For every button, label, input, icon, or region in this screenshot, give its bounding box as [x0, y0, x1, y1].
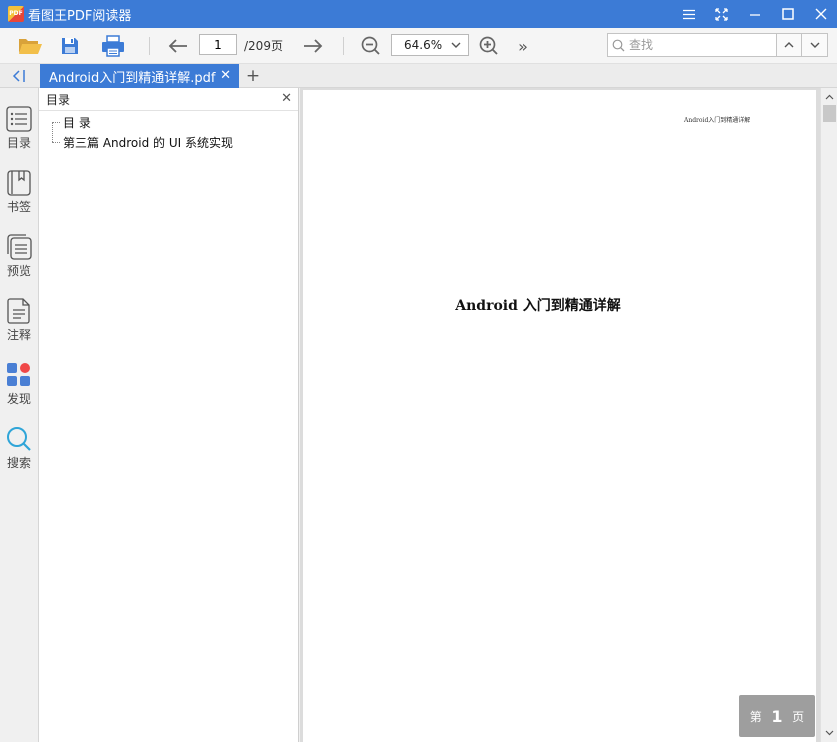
hamburger-menu-icon — [682, 9, 695, 19]
page-indicator-number: 1 — [771, 706, 783, 726]
chevron-down-icon — [810, 42, 819, 48]
page-indicator: 第 1 页 — [739, 695, 815, 737]
close-button[interactable] — [804, 0, 837, 28]
print-button[interactable] — [100, 33, 126, 59]
scroll-down-arrow-icon — [825, 730, 833, 736]
new-tab-button[interactable]: + — [245, 66, 261, 86]
page-indicator-suffix: 页 — [792, 709, 805, 724]
toolbar-divider — [149, 37, 150, 55]
sidebar-item-label: 注释 — [6, 328, 31, 342]
zoom-dropdown[interactable]: 64.6% — [391, 34, 469, 56]
search-input[interactable] — [629, 38, 769, 52]
search-next-button[interactable] — [801, 33, 828, 57]
fullscreen-button[interactable] — [705, 0, 738, 28]
toc-item-label: 第三篇 Android 的 UI 系统实现 — [63, 135, 233, 150]
double-chevron-right-icon: » — [518, 36, 528, 56]
document-title: Android 入门到精通详解 — [455, 298, 621, 314]
zoom-in-icon — [479, 36, 498, 55]
page-number-input[interactable] — [199, 34, 237, 55]
bookmark-icon — [7, 170, 31, 196]
app-logo-icon: PDF — [8, 6, 24, 22]
scrollbar-thumb[interactable] — [823, 105, 836, 122]
save-icon — [62, 38, 78, 54]
sidebar-rail: 目录 书签 预览 注释 发现 搜索 — [0, 88, 39, 742]
apps-icon — [7, 363, 30, 386]
pdf-page: Android入门到精通详解 Android 入门到精通详解 — [303, 90, 816, 742]
toolbar-divider — [343, 37, 344, 55]
sidebar-item-label: 搜索 — [6, 456, 31, 470]
maximize-icon — [781, 8, 794, 20]
search-prev-button[interactable] — [776, 33, 802, 57]
toc-icon — [6, 106, 32, 132]
sidebar-item-discover[interactable]: 发现 — [0, 362, 38, 420]
annotation-icon — [7, 298, 30, 324]
minimize-icon — [749, 14, 760, 16]
sidebar-item-label: 目录 — [6, 136, 31, 150]
search-icon — [7, 427, 31, 451]
scroll-up-arrow-icon — [825, 94, 833, 100]
search-box — [607, 33, 777, 57]
sidebar-item-bookmarks[interactable]: 书签 — [0, 170, 38, 228]
toc-item[interactable]: 第三篇 Android 的 UI 系统实现 — [39, 132, 298, 152]
document-view[interactable]: Android入门到精通详解 Android 入门到精通详解 — [300, 88, 820, 742]
page-indicator-prefix: 第 — [749, 709, 762, 724]
chevron-up-icon — [784, 42, 794, 48]
toc-tree: 目 录 第三篇 Android 的 UI 系统实现 — [39, 111, 298, 152]
arrow-right-icon — [304, 39, 323, 53]
minimize-button[interactable] — [738, 0, 771, 28]
search-icon — [612, 39, 625, 51]
tab-close-icon[interactable]: ✕ — [220, 68, 231, 83]
sidebar-item-annotations[interactable]: 注释 — [0, 298, 38, 356]
toc-item-label: 目 录 — [63, 115, 91, 130]
printer-icon — [102, 35, 124, 57]
collapse-left-icon — [12, 70, 25, 82]
toc-item[interactable]: 目 录 — [39, 112, 298, 132]
tab-document[interactable]: Android入门到精通详解.pdf ✕ — [40, 64, 239, 88]
arrow-left-icon — [168, 39, 187, 53]
sidebar-item-label: 书签 — [6, 200, 31, 214]
scroll-down-button[interactable] — [821, 726, 837, 740]
zoom-value: 64.6% — [404, 38, 443, 52]
running-header: Android入门到精通详解 — [684, 117, 751, 124]
zoom-out-button[interactable] — [358, 33, 384, 59]
fullscreen-icon — [715, 7, 728, 21]
sidebar-item-toc[interactable]: 目录 — [0, 106, 38, 164]
toc-header: 目录 ✕ — [39, 88, 298, 111]
plus-icon: + — [245, 66, 261, 86]
sidebar-item-thumbnails[interactable]: 预览 — [0, 234, 38, 292]
open-file-button[interactable] — [17, 33, 43, 59]
window-title: 看图王PDF阅读器 — [28, 8, 132, 24]
menu-button[interactable] — [672, 0, 705, 28]
sidebar-item-search[interactable]: 搜索 — [0, 426, 38, 484]
save-button[interactable] — [57, 33, 83, 59]
close-icon — [815, 8, 826, 20]
tab-label: Android入门到精通详解.pdf — [49, 70, 216, 86]
next-page-button[interactable] — [300, 33, 326, 59]
zoom-in-button[interactable] — [476, 33, 502, 59]
previous-page-button[interactable] — [165, 33, 191, 59]
vertical-scrollbar[interactable] — [820, 88, 837, 742]
page-total-label: /209页 — [244, 39, 283, 53]
scroll-up-button[interactable] — [821, 90, 837, 104]
tab-bar: Android入门到精通详解.pdf ✕ + — [0, 64, 837, 88]
collapse-sidebar-button[interactable] — [10, 68, 28, 84]
title-bar: PDF 看图王PDF阅读器 — [0, 0, 837, 28]
sidebar-item-label: 发现 — [6, 392, 31, 406]
thumbnails-icon — [7, 234, 32, 260]
maximize-button[interactable] — [771, 0, 804, 28]
toc-title: 目录 — [46, 92, 71, 107]
sidebar-item-label: 预览 — [6, 264, 31, 278]
zoom-out-icon — [361, 36, 380, 55]
chevron-down-icon — [451, 42, 461, 48]
close-toc-icon[interactable]: ✕ — [281, 91, 292, 106]
toc-panel: 目录 ✕ 目 录 第三篇 Android 的 UI 系统实现 — [39, 88, 299, 742]
more-tools-button[interactable]: » — [510, 33, 536, 59]
folder-open-icon — [19, 39, 42, 54]
